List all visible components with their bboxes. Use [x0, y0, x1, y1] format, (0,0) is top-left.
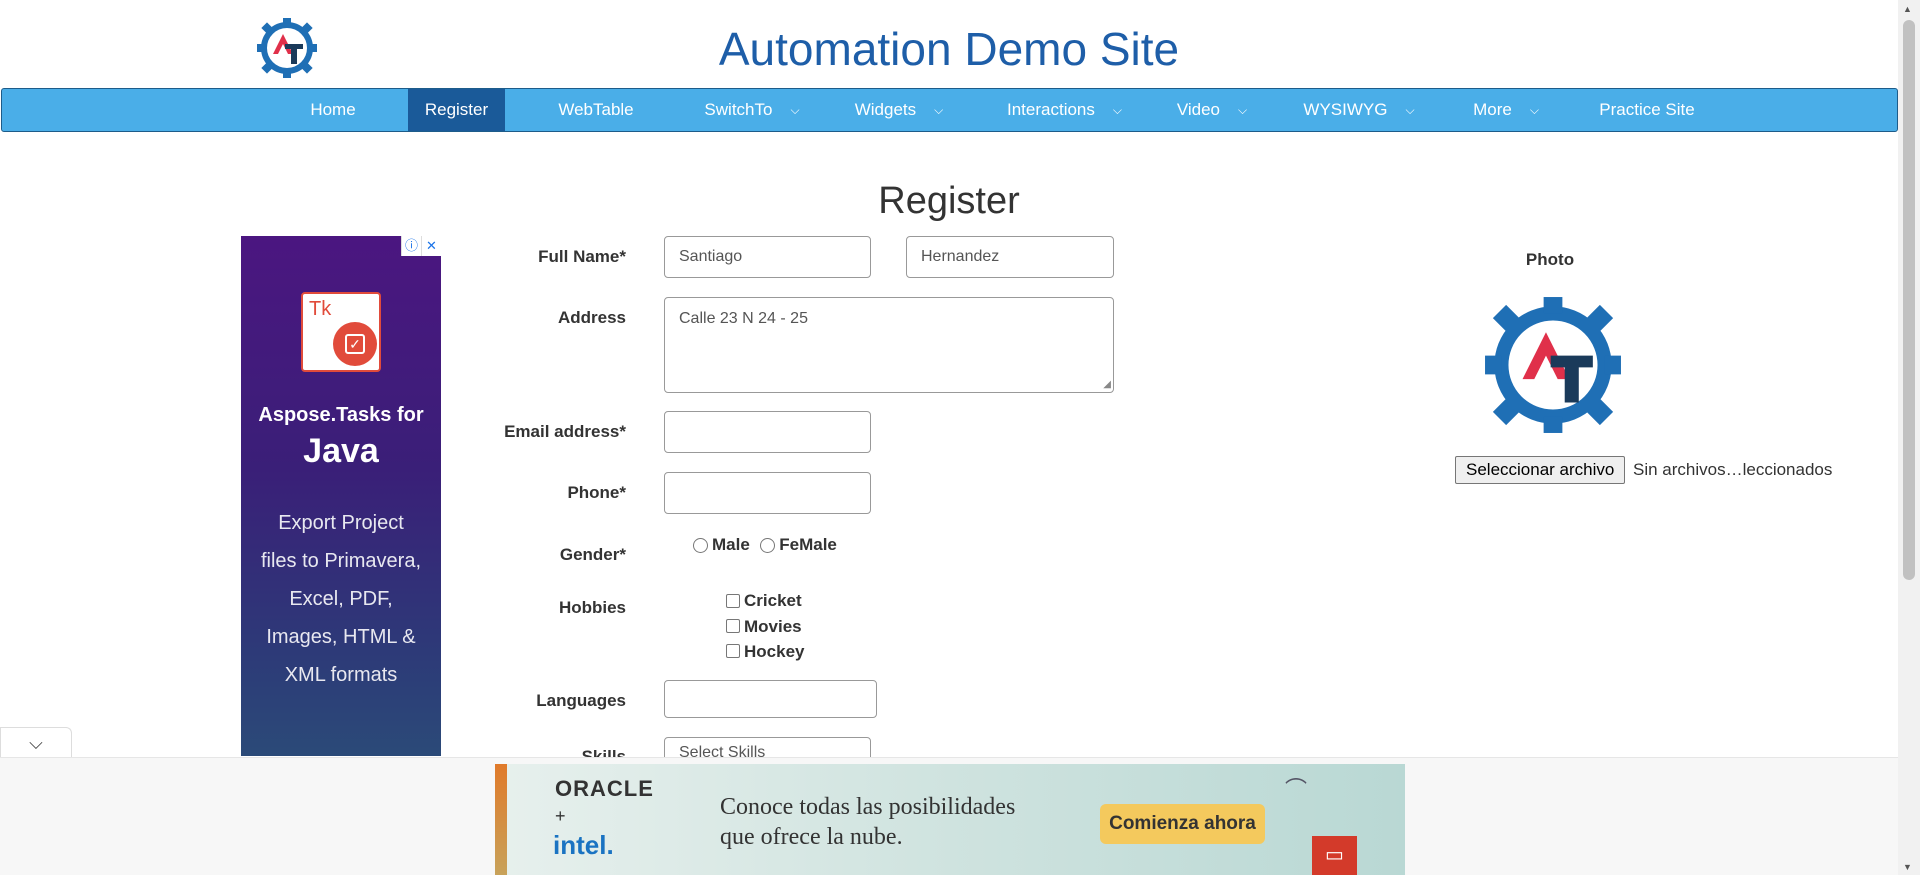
nav-video[interactable]: Video ⌵	[1167, 89, 1257, 131]
ad-cta-button[interactable]: Comienza ahora	[1100, 804, 1265, 844]
hobby-cricket: Cricket	[726, 588, 804, 613]
scroll-down-icon[interactable]: ▼	[1903, 862, 1912, 872]
ad-brand: Aspose.Tasks for	[258, 404, 424, 426]
checkmark-icon: ✓	[345, 334, 365, 354]
nav-wysiwyg[interactable]: WYSIWYG ⌵	[1294, 89, 1424, 131]
oracle-logo: ORACLE	[555, 776, 654, 801]
page-title: Register	[878, 180, 1020, 222]
gender-label: Gender*	[559, 545, 626, 564]
choose-file-button[interactable]: Seleccionar archivo	[1455, 456, 1626, 484]
nav-more-label: More	[1473, 100, 1512, 119]
site-title: Automation Demo Site	[718, 23, 1180, 75]
cricket-label: Cricket	[744, 591, 802, 611]
page-scrollbar[interactable]: ▲ ▼	[1898, 0, 1920, 875]
phone-input[interactable]	[664, 472, 871, 514]
chevron-down-icon: ⌵	[1529, 103, 1539, 117]
collapse-ad-button[interactable]: ⌵	[0, 727, 72, 759]
info-icon[interactable]: ⓘ	[401, 236, 421, 256]
hobby-movies: Movies	[726, 613, 804, 638]
movies-label: Movies	[744, 616, 802, 636]
chevron-down-icon: ⌵	[790, 103, 800, 117]
oracle-o-icon: ▭	[1312, 836, 1357, 875]
nav-switchto[interactable]: SwitchTo ⌵	[692, 89, 812, 131]
cricket-checkbox[interactable]	[726, 593, 740, 608]
nav-webtable[interactable]: WebTable	[542, 89, 650, 131]
email-input[interactable]	[664, 411, 871, 453]
product-icon: Tk ✓	[301, 292, 381, 372]
nav-webtable-label: WebTable	[558, 100, 634, 119]
nav-practice-site[interactable]: Practice Site	[1590, 89, 1704, 131]
bird-icon: ⌒	[1285, 777, 1308, 802]
hobbies-checkbox-group: Cricket Movies Hockey	[726, 588, 804, 664]
movies-checkbox[interactable]	[726, 619, 740, 634]
first-name-input[interactable]: Santiago	[664, 236, 871, 278]
address-value: Calle 23 N 24 - 25	[679, 310, 808, 327]
gender-radio-group: Male FeMale	[693, 535, 837, 555]
languages-input[interactable]	[664, 680, 877, 718]
chevron-down-icon: ⌵	[1405, 103, 1415, 117]
ad-description: Export Project files to Primavera, Excel…	[260, 512, 422, 686]
languages-label: Languages	[536, 691, 626, 710]
last-name-input[interactable]: Hernandez	[906, 236, 1114, 278]
file-status: Sin archivos…leccionados	[1633, 460, 1833, 479]
full-name-label: Full Name*	[538, 247, 626, 266]
nav-widgets[interactable]: Widgets ⌵	[845, 89, 953, 131]
intel-logo: intel.	[553, 830, 614, 860]
ad-plus: +	[555, 806, 566, 826]
left-ad-banner[interactable]: ⓘ ✕ Tk ✓ Aspose.Tasks for Java Export Pr…	[241, 236, 441, 756]
nav-register-label: Register	[424, 100, 489, 119]
gender-female-radio[interactable]	[760, 537, 776, 553]
nav-home-label: Home	[310, 100, 356, 119]
resize-handle-icon[interactable]: ◢	[1103, 379, 1111, 390]
nav-wysiwyg-label: WYSIWYG	[1303, 100, 1388, 119]
address-label: Address	[557, 308, 626, 327]
ad-tagline: Conoce todas las posibilidades que ofrec…	[720, 792, 1015, 852]
nav-interactions-label: Interactions	[1007, 100, 1095, 119]
nav-switchto-label: SwitchTo	[704, 100, 773, 119]
nav-interactions[interactable]: Interactions ⌵	[992, 89, 1137, 131]
bottom-ad-banner[interactable]: ORACLE + intel. Conoce todas las posibil…	[495, 764, 1405, 875]
gender-female-label: FeMale	[779, 535, 837, 554]
nav-home[interactable]: Home	[290, 89, 376, 131]
photo-label: Photo	[1525, 250, 1575, 269]
nav-more[interactable]: More ⌵	[1466, 89, 1546, 131]
scroll-thumb[interactable]	[1903, 20, 1915, 580]
phone-label: Phone*	[567, 483, 626, 502]
main-navbar: Home Register WebTable SwitchTo ⌵ Widgets…	[1, 88, 1898, 132]
scroll-up-icon[interactable]: ▲	[1903, 4, 1912, 14]
gender-male-label: Male	[712, 535, 750, 554]
chevron-down-icon: ⌵	[29, 733, 43, 753]
nav-widgets-label: Widgets	[854, 100, 917, 119]
chevron-down-icon: ⌵	[1238, 103, 1248, 117]
hobby-hockey: Hockey	[726, 639, 804, 664]
ad-tagline-line2: que ofrece la nube.	[720, 824, 903, 850]
gender-male-radio[interactable]	[693, 537, 708, 553]
hobbies-label: Hobbies	[558, 598, 626, 617]
chevron-down-icon: ⌵	[1112, 103, 1122, 117]
ad-language: Java	[303, 432, 379, 470]
nav-practice-site-label: Practice Site	[1599, 100, 1695, 119]
product-icon-text: Tk	[309, 298, 332, 320]
chevron-down-icon: ⌵	[934, 103, 944, 117]
nav-register[interactable]: Register	[408, 89, 505, 131]
photo-preview	[1485, 297, 1621, 433]
ad-tagline-line1: Conoce todas las posibilidades	[720, 794, 1016, 820]
hockey-label: Hockey	[744, 641, 805, 661]
hockey-checkbox[interactable]	[726, 644, 740, 659]
ad-stripe	[495, 764, 507, 875]
address-textarea[interactable]: Calle 23 N 24 - 25 ◢	[664, 297, 1114, 393]
nav-video-label: Video	[1176, 100, 1221, 119]
email-label: Email address*	[504, 422, 626, 441]
